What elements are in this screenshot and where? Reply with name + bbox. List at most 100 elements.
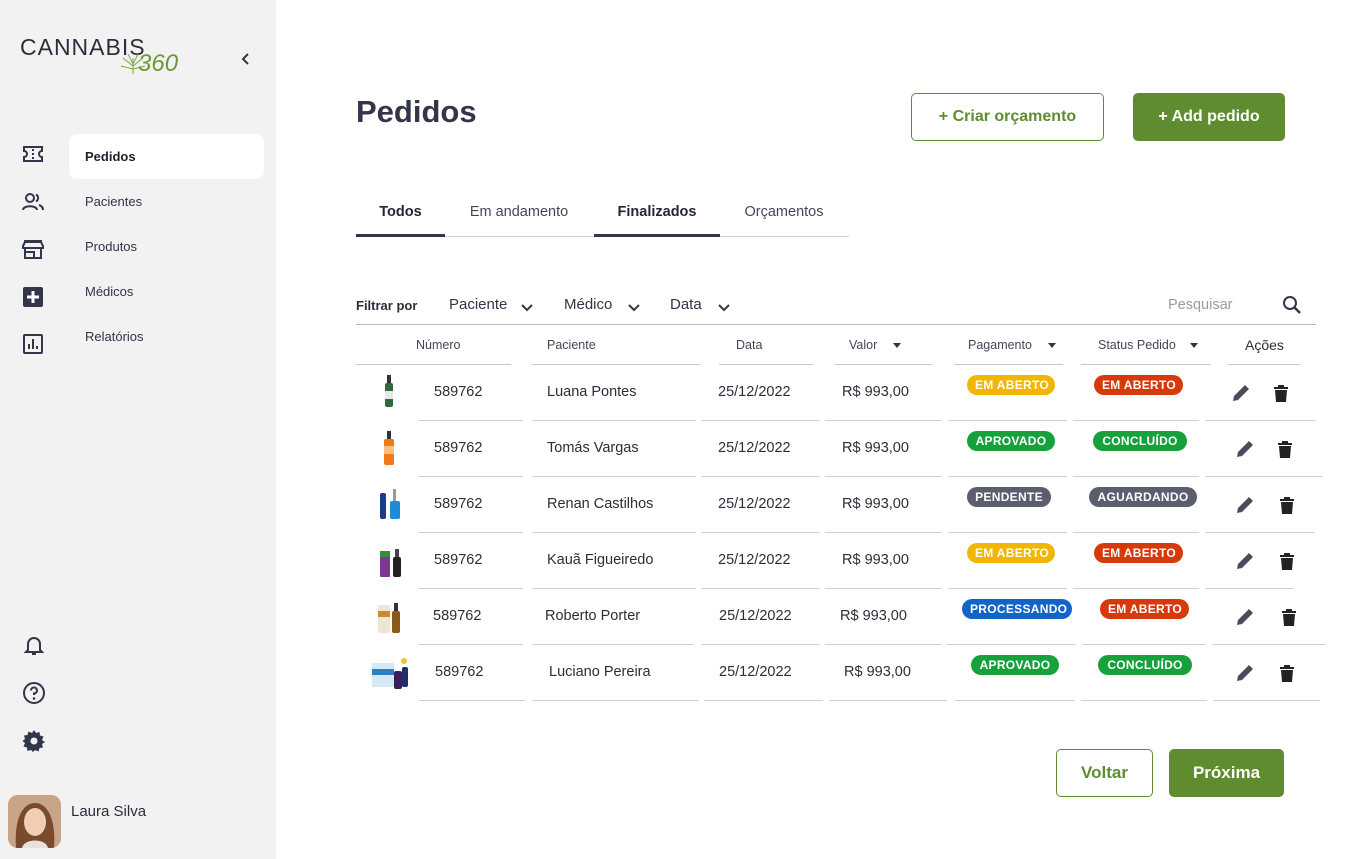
patient-name: Roberto Porter <box>545 608 641 624</box>
status-badge: EM ABERTO <box>1100 599 1189 619</box>
row-divider <box>830 700 947 701</box>
table-row[interactable]: 589762 Luana Pontes 25/12/2022 R$ 993,00… <box>356 365 1336 421</box>
medical-plus-icon[interactable] <box>22 286 44 308</box>
status-badge: AGUARDANDO <box>1089 487 1197 507</box>
order-number: 589762 <box>433 608 482 624</box>
row-divider <box>704 700 823 701</box>
report-chart-icon[interactable] <box>22 333 44 355</box>
edit-icon[interactable] <box>1235 663 1255 683</box>
sidebar: CANNABIS 360 Pedidos Pacientes Produtos … <box>0 0 276 859</box>
delete-icon[interactable] <box>1277 663 1297 683</box>
product-thumbnail <box>380 549 401 577</box>
table-row[interactable]: 589762 Kauã Figueiredo 25/12/2022 R$ 993… <box>356 533 1336 589</box>
next-button[interactable]: Próxima <box>1169 749 1284 797</box>
status-badge: CONCLUÍDO <box>1098 655 1192 675</box>
order-value: R$ 993,00 <box>842 384 909 400</box>
tab-orcamentos[interactable]: Orçamentos <box>734 196 834 237</box>
row-divider <box>532 700 698 701</box>
edit-icon[interactable] <box>1235 551 1255 571</box>
column-header-valor[interactable]: Valor <box>849 338 877 352</box>
order-date: 25/12/2022 <box>718 384 791 400</box>
chevron-down-icon <box>628 304 640 312</box>
search-icon[interactable] <box>1282 295 1302 315</box>
status-badge: EM ABERTO <box>1094 375 1183 395</box>
column-header-paciente: Paciente <box>547 338 596 352</box>
sidebar-item-produtos[interactable]: Produtos <box>69 224 264 269</box>
order-number: 589762 <box>434 552 483 568</box>
sidebar-item-relatorios[interactable]: Relatórios <box>69 314 264 359</box>
patient-name: Kauã Figueiredo <box>547 552 654 568</box>
delete-icon[interactable] <box>1277 551 1297 571</box>
edit-icon[interactable] <box>1235 439 1255 459</box>
order-date: 25/12/2022 <box>718 552 791 568</box>
user-profile[interactable]: Laura Silva <box>8 795 268 849</box>
table-row[interactable]: 589762 Luciano Pereira 25/12/2022 R$ 993… <box>356 645 1336 701</box>
filter-label: Filtrar por <box>356 298 418 313</box>
search-input[interactable]: Pesquisar <box>1168 297 1232 313</box>
product-thumbnail <box>378 603 400 633</box>
delete-icon[interactable] <box>1275 439 1295 459</box>
column-header-data: Data <box>736 338 763 352</box>
sidebar-item-medicos[interactable]: Médicos <box>69 269 264 314</box>
payment-badge: PROCESSANDO <box>962 599 1072 619</box>
row-divider <box>419 700 525 701</box>
product-thumbnail <box>385 375 393 407</box>
create-quote-button[interactable]: + Criar orçamento <box>911 93 1104 141</box>
column-header-pagamento[interactable]: Pagamento <box>968 338 1032 352</box>
add-order-button[interactable]: + Add pedido <box>1133 93 1285 141</box>
gear-icon[interactable] <box>22 729 46 753</box>
payment-badge: APROVADO <box>971 655 1059 675</box>
order-number: 589762 <box>434 440 483 456</box>
help-icon[interactable] <box>22 681 46 705</box>
order-value: R$ 993,00 <box>842 440 909 456</box>
ticket-icon[interactable] <box>22 143 44 165</box>
back-button[interactable]: Voltar <box>1056 749 1153 797</box>
filter-paciente-label: Paciente <box>449 296 508 313</box>
filter-paciente-dropdown[interactable]: Paciente <box>449 296 539 313</box>
edit-icon[interactable] <box>1231 383 1251 403</box>
sort-arrow-icon[interactable] <box>1048 343 1056 348</box>
patient-name: Luana Pontes <box>547 384 637 400</box>
table-row[interactable]: 589762 Tomás Vargas 25/12/2022 R$ 993,00… <box>356 421 1336 477</box>
edit-icon[interactable] <box>1235 495 1255 515</box>
sidebar-item-pedidos[interactable]: Pedidos <box>69 134 264 179</box>
order-date: 25/12/2022 <box>719 608 792 624</box>
tab-finalizados[interactable]: Finalizados <box>594 196 720 237</box>
column-header-status[interactable]: Status Pedido <box>1098 338 1176 352</box>
row-divider <box>1214 700 1320 701</box>
delete-icon[interactable] <box>1277 495 1297 515</box>
tab-todos[interactable]: Todos <box>356 196 445 237</box>
store-icon[interactable] <box>22 238 44 260</box>
patient-name: Tomás Vargas <box>547 440 639 456</box>
table-row[interactable]: 589762 Roberto Porter 25/12/2022 R$ 993,… <box>356 589 1336 645</box>
delete-icon[interactable] <box>1271 383 1291 403</box>
order-number: 589762 <box>434 384 483 400</box>
payment-badge: APROVADO <box>967 431 1055 451</box>
brand-logo: CANNABIS 360 <box>20 34 190 80</box>
bell-icon[interactable] <box>22 633 46 657</box>
filter-data-dropdown[interactable]: Data <box>670 296 734 313</box>
sidebar-item-pacientes[interactable]: Pacientes <box>69 179 264 224</box>
order-date: 25/12/2022 <box>718 440 791 456</box>
user-name: Laura Silva <box>71 803 147 820</box>
collapse-sidebar-icon[interactable] <box>236 48 256 70</box>
sort-arrow-icon[interactable] <box>893 343 901 348</box>
order-value: R$ 993,00 <box>844 664 911 680</box>
order-number: 589762 <box>435 664 484 680</box>
order-value: R$ 993,00 <box>842 552 909 568</box>
order-date: 25/12/2022 <box>719 664 792 680</box>
filter-medico-dropdown[interactable]: Médico <box>564 296 644 313</box>
chevron-down-icon <box>521 304 533 312</box>
product-thumbnail <box>372 658 408 689</box>
sort-arrow-icon[interactable] <box>1190 343 1198 348</box>
users-icon[interactable] <box>22 191 44 213</box>
delete-icon[interactable] <box>1279 607 1299 627</box>
filter-medico-label: Médico <box>564 296 613 313</box>
tab-em-andamento[interactable]: Em andamento <box>459 196 579 237</box>
row-divider <box>955 700 1074 701</box>
table-row[interactable]: 589762 Renan Castilhos 25/12/2022 R$ 993… <box>356 477 1336 533</box>
edit-icon[interactable] <box>1235 607 1255 627</box>
order-date: 25/12/2022 <box>718 496 791 512</box>
product-thumbnail <box>384 431 394 465</box>
row-divider <box>1081 700 1207 701</box>
